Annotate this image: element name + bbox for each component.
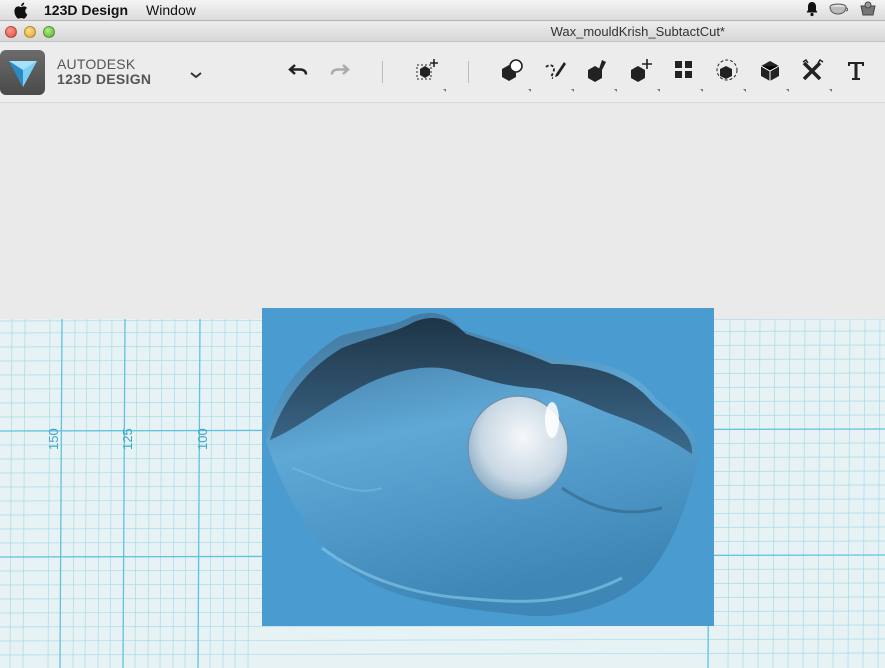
pattern-button[interactable] <box>669 57 703 92</box>
combine-icon <box>757 57 783 88</box>
measure-button[interactable] <box>798 57 832 92</box>
redo-button[interactable] <box>325 57 355 87</box>
text-icon <box>845 59 867 86</box>
modify-button[interactable] <box>626 57 660 92</box>
sketch-icon <box>542 57 568 88</box>
text-tool-button[interactable] <box>841 57 871 87</box>
wax-mould-model[interactable] <box>262 308 714 626</box>
construct-icon <box>585 57 611 88</box>
grouping-button[interactable] <box>712 57 746 92</box>
toolbar-separator <box>382 61 383 83</box>
transform-button[interactable] <box>412 57 446 92</box>
window-title-bar: Wax_mouldKrish_SubtactCut* <box>0 22 885 42</box>
notification-bell-icon[interactable] <box>805 1 819 20</box>
app-menu[interactable]: 123D Design <box>44 2 128 18</box>
app-toolbar: AUTODESK 123D DESIGN <box>0 43 885 103</box>
teacup-icon[interactable] <box>829 1 849 20</box>
menu-window[interactable]: Window <box>146 2 196 18</box>
undo-icon <box>287 62 309 83</box>
app-logo-icon[interactable] <box>0 50 45 95</box>
toolbar-separator <box>468 61 469 83</box>
primitives-icon <box>499 57 525 88</box>
primitives-button[interactable] <box>497 57 531 92</box>
combine-button[interactable] <box>755 57 789 92</box>
brand-label: AUTODESK 123D DESIGN <box>57 57 151 87</box>
brand-line1: AUTODESK <box>57 56 136 72</box>
grid-label-150: 150 <box>46 428 61 450</box>
sketch-button[interactable] <box>540 57 574 92</box>
brand-line2: 123D DESIGN <box>57 71 152 87</box>
apple-menu-icon[interactable] <box>10 0 30 20</box>
transform-icon <box>414 57 440 88</box>
document-title: Wax_mouldKrish_SubtactCut* <box>550 24 725 39</box>
chevron-down-icon[interactable] <box>188 67 206 81</box>
modify-icon <box>628 57 654 88</box>
pattern-icon <box>671 57 697 88</box>
construct-button[interactable] <box>583 57 617 92</box>
menubar-app-icon[interactable] <box>859 1 877 20</box>
grouping-icon <box>714 57 740 88</box>
redo-icon <box>329 62 351 83</box>
undo-button[interactable] <box>283 57 313 87</box>
grid-label-125: 125 <box>120 428 135 450</box>
menu-bar: 123D Design Window <box>0 0 885 21</box>
viewport-canvas[interactable]: 150 125 100 <box>0 104 885 668</box>
grid-label-100: 100 <box>195 428 210 450</box>
measure-icon <box>800 57 826 88</box>
